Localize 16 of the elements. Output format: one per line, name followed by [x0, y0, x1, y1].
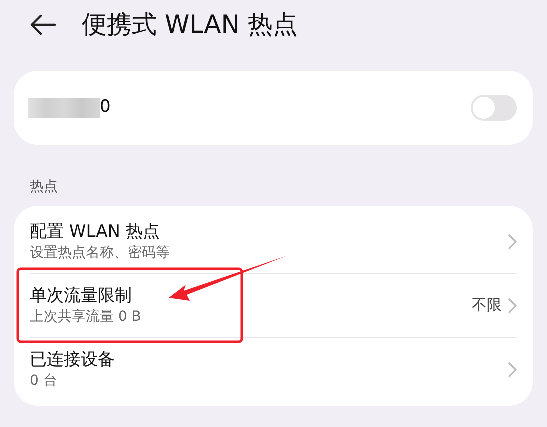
row-subtitle: 0 台: [30, 372, 58, 391]
row-title[interactable]: 已连接设备: [30, 349, 115, 372]
back-arrow-icon[interactable]: [30, 14, 56, 36]
row-subtitle: 上次共享流量 0 B: [30, 308, 142, 326]
chevron-right-icon[interactable]: [508, 234, 517, 250]
blurred-text: [28, 98, 100, 118]
row-title[interactable]: 单次流量限制: [30, 284, 142, 308]
toggle-switch[interactable]: [471, 95, 517, 121]
hotspot-name: 0: [100, 96, 111, 120]
row-subtitle: 设置热点名称、密码等: [30, 244, 170, 262]
chevron-right-icon[interactable]: [508, 298, 517, 314]
row-title[interactable]: 配置 WLAN 热点: [30, 220, 170, 244]
page-title: 便携式 WLAN 热点: [82, 9, 298, 42]
section-label: 热点: [30, 178, 59, 197]
chevron-right-icon[interactable]: [508, 362, 517, 378]
row-value: 不限: [472, 295, 502, 316]
